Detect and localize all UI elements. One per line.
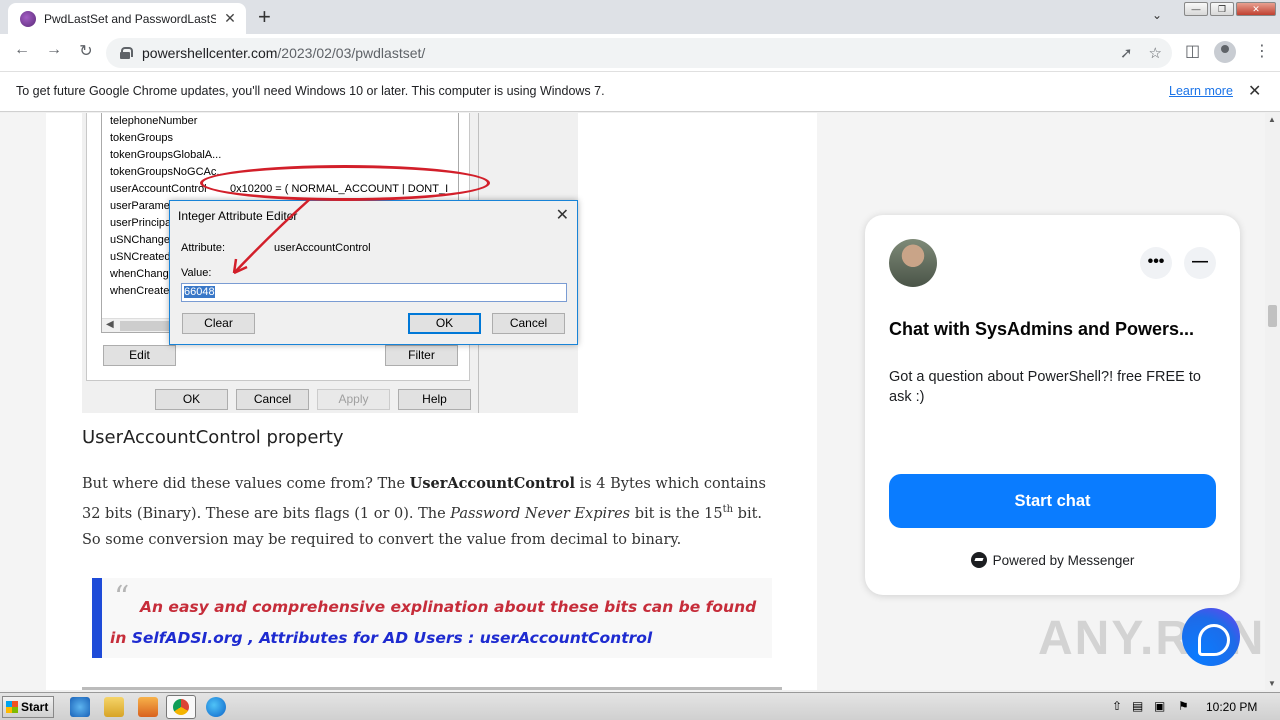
start-button[interactable]: Start [2,696,54,718]
messenger-fab-button[interactable] [1182,608,1240,666]
chat-description: Got a question about PowerShell?! free F… [889,369,1201,405]
profile-avatar-icon[interactable] [1214,41,1236,63]
window-controls: — ❐ ✕ [1184,2,1276,16]
messenger-chat-widget: ••• — Chat with SysAdmins and Powers... … [865,215,1240,595]
side-panel-icon[interactable]: ◫ [1185,41,1200,61]
ok-button: OK [155,389,228,410]
new-tab-button[interactable]: + [258,5,271,29]
infobar-message: To get future Google Chrome updates, you… [16,84,605,98]
tray-network-icon[interactable]: ▤ [1132,699,1143,713]
restore-window-button[interactable]: ❐ [1210,2,1234,16]
reload-icon[interactable]: ↻ [74,41,98,61]
browser-tab[interactable]: PwdLastSet and PasswordLastSe ✕ [8,3,246,34]
messenger-icon [970,552,987,568]
share-icon[interactable]: ➚ [1120,44,1133,62]
quote-text: An easy and comprehensive explination ab… [110,598,757,647]
start-chat-button[interactable]: Start chat [889,474,1216,528]
apply-button: Apply [317,389,390,410]
ie-icon[interactable] [70,697,90,717]
browser-toolbar: ← → ↻ powershellcenter.com/2023/02/03/pw… [0,34,1280,72]
chrome-taskbar-button[interactable] [166,695,196,719]
site-favicon-icon [20,10,36,27]
chat-title: Chat with SysAdmins and Powers... [889,319,1195,339]
tab-strip: PwdLastSet and PasswordLastSe ✕ + ⌄ — ❐ … [0,0,1280,34]
more-options-button[interactable]: ••• [1140,247,1172,279]
back-arrow-icon[interactable]: ← [10,41,34,59]
page-avatar [889,239,937,287]
attribute-row: whenCreated [110,285,176,297]
value-field: 66048 [181,283,567,302]
dialog-ok-button: OK [408,313,481,334]
attribute-row: tokenGroups [110,132,173,144]
attribute-row: whenChange [110,268,175,280]
help-button: Help [398,389,471,410]
blockquote: “ An easy and comprehensive explination … [92,578,772,658]
dialog-close-icon: ✕ [555,207,569,224]
tab-title: PwdLastSet and PasswordLastSe [44,11,216,26]
ad-attribute-editor-screenshot: telephoneNumber tokenGroups tokenGroupsG… [82,113,578,413]
minimize-window-button[interactable]: — [1184,2,1208,16]
infobar-close-icon[interactable]: ✕ [1248,81,1261,101]
minimize-chat-button[interactable]: — [1184,247,1216,279]
address-bar[interactable]: powershellcenter.com/2023/02/03/pwdlasts… [106,38,1172,68]
tray-display-icon[interactable]: ▣ [1154,699,1165,713]
attribute-row: telephoneNumber [110,115,198,127]
forward-arrow-icon[interactable]: → [42,41,66,59]
clear-button: Clear [182,313,255,334]
attribute-row: uSNChange [110,234,170,246]
scroll-left-icon: ◀ [106,319,114,330]
scroll-down-icon[interactable]: ▼ [1268,679,1276,688]
chrome-icon [173,699,189,715]
dialog-cancel-button: Cancel [492,313,565,334]
attribute-row: tokenGroupsGlobalA... [110,149,222,161]
page-scroll-thumb[interactable] [1268,305,1277,327]
attribute-row: userPrincipal [110,217,174,229]
edge-icon[interactable] [206,697,226,717]
filter-button: Filter [385,345,458,366]
media-player-icon[interactable] [138,697,158,717]
learn-more-link[interactable]: Learn more [1169,84,1233,98]
bookmark-star-icon[interactable]: ☆ [1149,44,1162,62]
attribute-label: Attribute: [181,242,226,254]
web-page: telephoneNumber tokenGroups tokenGroupsG… [0,113,1265,690]
lock-icon[interactable] [120,47,133,59]
page-scrollbar[interactable]: ▲ ▼ [1265,113,1280,690]
tray-flag-icon[interactable]: ⚑ [1178,699,1189,713]
tray-expand-icon[interactable]: ⇧ [1112,699,1122,713]
attribute-row: userAccountControl [110,183,207,195]
tab-search-chevron-icon[interactable]: ⌄ [1152,8,1162,22]
tab-close-icon[interactable]: ✕ [222,10,238,27]
close-window-button[interactable]: ✕ [1236,2,1276,16]
update-infobar: To get future Google Chrome updates, you… [0,72,1280,112]
url-text: powershellcenter.com/2023/02/03/pwdlasts… [142,45,426,61]
scroll-up-icon[interactable]: ▲ [1268,115,1276,124]
cancel-button: Cancel [236,389,309,410]
next-image-edge [82,687,782,690]
value-label: Value: [181,267,212,279]
powered-by-messenger: Powered by Messenger [865,552,1240,568]
section-heading: UserAccountControl property [82,427,344,448]
explorer-folder-icon[interactable] [104,697,124,717]
article-paragraph: But where did these values come from? Th… [82,475,766,548]
article-content: telephoneNumber tokenGroups tokenGroupsG… [46,113,817,690]
windows-taskbar: Start ⇧ ▤ ▣ ⚑ 10:20 PM [0,692,1280,720]
edit-button: Edit [103,345,176,366]
selfadsi-link[interactable]: SelfADSI.org , Attributes for AD Users :… [132,629,652,647]
menu-kebab-icon[interactable]: ⋮ [1254,41,1270,61]
attribute-row: uSNCreated [110,251,171,263]
highlight-arrow-icon [232,198,311,275]
system-clock[interactable]: 10:20 PM [1206,700,1257,714]
attribute-row: userParamet [110,200,173,212]
